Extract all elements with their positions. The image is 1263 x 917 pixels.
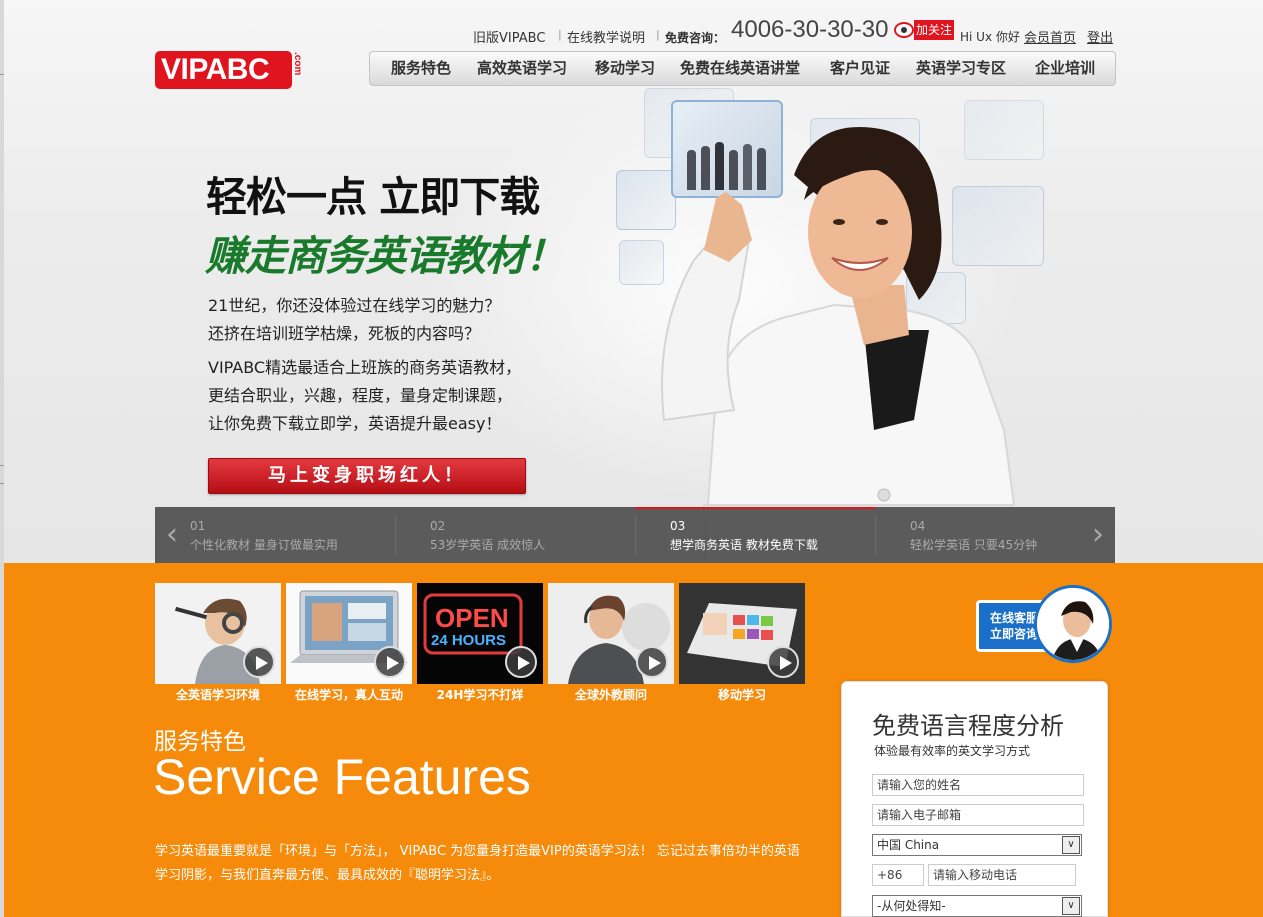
hero-banner: VIPABC .com 旧版VIPABC | 在线教学说明 | 免费咨询： 40… — [4, 0, 1263, 563]
intro-line: 还挤在培训班学枯燥，死板的内容吗？ — [208, 324, 481, 343]
weibo-icon — [894, 22, 914, 38]
feature-thumb-24h[interactable]: OPEN 24 HOURS — [417, 583, 543, 684]
intro-line: 让你免费下载立即学，英语提升最easy！ — [208, 414, 502, 433]
teaching-guide-link[interactable]: 在线教学说明 — [567, 27, 645, 46]
online-support-badge[interactable]: 在线客服 立即咨询 — [976, 585, 1112, 670]
feature-caption[interactable]: 24H学习不打烊 — [417, 686, 543, 703]
slider-item-1[interactable]: 01 个性化教材 量身订做最实用 — [155, 507, 395, 563]
person-figure — [715, 142, 724, 190]
hero-cta-button[interactable]: 马上变身职场红人！ — [208, 458, 526, 494]
user-greeting: Hi Ux 你好 — [960, 30, 1020, 44]
floating-tile — [616, 170, 676, 230]
floating-photo-tile — [671, 100, 783, 198]
nav-mobile-learning[interactable]: 移动学习 — [595, 52, 655, 85]
weibo-follow-button[interactable]: 加关注 — [894, 20, 954, 40]
member-home-link[interactable]: 会员首页 — [1024, 27, 1076, 46]
separator: | — [656, 28, 660, 41]
hero-intro-paragraph-2: VIPABC精选最适合上班族的商务英语教材， 更结合职业，兴趣，程度，量身定制课… — [208, 354, 521, 438]
weibo-follow-label: 加关注 — [914, 20, 954, 40]
country-select-value: 中国 China — [877, 838, 940, 852]
name-input[interactable]: 请输入您的姓名 — [872, 774, 1084, 796]
hero-intro-paragraph-1: 21世纪，你还没体验过在线学习的魅力？ 还挤在培训班学枯燥，死板的内容吗？ — [208, 292, 500, 348]
slider-item-2[interactable]: 02 53岁学英语 成效惊人 — [395, 507, 635, 563]
slider-item-caption: 轻松学英语 只要45分钟 — [910, 538, 1038, 552]
nav-efficient-english[interactable]: 高效英语学习 — [477, 52, 567, 85]
section-description: 学习英语最重要就是「环境」与「方法」， VIPABC 为您量身打造最VIP的英语… — [155, 844, 800, 883]
nav-enterprise-training[interactable]: 企业培训 — [1035, 52, 1095, 85]
slider-item-number: 04 — [910, 519, 926, 533]
intro-line: 更结合职业，兴趣，程度，量身定制课题， — [208, 386, 513, 405]
slider-item-4[interactable]: 04 轻松学英语 只要45分钟 — [875, 507, 1115, 563]
mobile-phone-input[interactable]: 请输入移动电话 — [928, 864, 1076, 886]
email-input[interactable]: 请输入电子邮箱 — [872, 804, 1084, 826]
feature-thumb-mobile[interactable] — [679, 583, 805, 684]
nav-testimonials[interactable]: 客户见证 — [830, 52, 890, 85]
chevron-down-icon[interactable]: ∨ — [1062, 836, 1080, 854]
banner-slider-bar: ‹ › 01 个性化教材 量身订做最实用 02 53岁学英语 成效惊人 03 想… — [155, 507, 1115, 563]
floating-tile — [906, 272, 966, 324]
floating-tile — [619, 240, 664, 285]
source-select-value: -从何处得知- — [877, 899, 946, 913]
form-title: 免费语言程度分析 — [872, 712, 1064, 740]
person-figure — [757, 148, 766, 190]
floating-tile — [964, 100, 1044, 160]
hero-headline: 轻松一点 立即下载 — [206, 173, 540, 221]
nav-english-zone[interactable]: 英语学习专区 — [916, 52, 1006, 85]
feature-caption[interactable]: 在线学习，真人互动 — [286, 686, 412, 703]
slider-item-number: 02 — [430, 519, 446, 533]
vipabc-logo[interactable]: VIPABC — [155, 51, 292, 89]
section-title-en: Service Features — [153, 749, 531, 805]
slider-item-number: 03 — [670, 519, 686, 533]
form-subtitle: 体验最有效率的英文学习方式 — [874, 744, 1031, 758]
intro-line: VIPABC精选最适合上班族的商务英语教材， — [208, 358, 522, 377]
chevron-down-icon[interactable]: ∨ — [1062, 897, 1080, 915]
nav-service-features[interactable]: 服务特色 — [391, 52, 451, 85]
country-select[interactable]: 中国 China ∨ — [872, 834, 1082, 856]
slider-item-number: 01 — [190, 519, 206, 533]
person-figure — [687, 150, 696, 190]
logo-text: VIPABC — [161, 53, 270, 86]
phone-code-input[interactable]: +86 — [872, 864, 924, 886]
main-nav: 服务特色 高效英语学习 移动学习 免费在线英语讲堂 客户见证 英语学习专区 企业… — [369, 51, 1116, 86]
play-icon[interactable] — [636, 646, 668, 678]
play-icon[interactable] — [243, 646, 275, 678]
person-figure — [701, 146, 710, 190]
play-icon[interactable] — [505, 646, 537, 678]
logout-link[interactable]: 登出 — [1087, 27, 1113, 46]
play-icon[interactable] — [767, 646, 799, 678]
slider-item-caption: 个性化教材 量身订做最实用 — [190, 538, 338, 552]
intro-line: 21世纪，你还没体验过在线学习的魅力？ — [208, 296, 501, 315]
neon-hours-text: 24 HOURS — [431, 632, 506, 649]
feature-caption[interactable]: 移动学习 — [679, 686, 805, 703]
source-select[interactable]: -从何处得知- ∨ — [872, 895, 1082, 917]
person-figure — [743, 144, 752, 190]
hotline-label: 免费咨询： — [665, 31, 726, 45]
free-assessment-form: 免费语言程度分析 体验最有效率的英文学习方式 请输入您的姓名 请输入电子邮箱 中… — [841, 681, 1108, 917]
feature-thumb-consultant[interactable] — [548, 583, 674, 684]
floating-tile — [810, 118, 920, 193]
play-icon[interactable] — [374, 646, 406, 678]
hero-subheadline: 赚走商务英语教材！ — [205, 232, 566, 280]
feature-thumb-online[interactable] — [286, 583, 412, 684]
nav-free-lectures[interactable]: 免费在线英语讲堂 — [680, 52, 800, 85]
floating-tile — [952, 186, 1044, 266]
hotline-number: 4006-30-30-30 — [731, 16, 889, 43]
slider-item-3[interactable]: 03 想学商务英语 教材免费下载 — [635, 507, 875, 563]
feature-caption[interactable]: 全英语学习环境 — [155, 686, 281, 703]
feature-thumb-environment[interactable] — [155, 583, 281, 684]
neon-open-text: OPEN — [435, 603, 509, 633]
logo-suffix: .com — [292, 52, 303, 76]
feature-caption[interactable]: 全球外教顾问 — [548, 686, 674, 703]
slider-item-caption: 53岁学英语 成效惊人 — [430, 538, 546, 552]
support-agent-image — [1037, 588, 1109, 660]
support-agent-avatar — [1034, 585, 1112, 663]
old-version-link[interactable]: 旧版VIPABC — [473, 27, 545, 46]
slider-item-caption: 想学商务英语 教材免费下载 — [670, 538, 818, 552]
person-figure — [729, 150, 738, 190]
separator: | — [558, 28, 562, 41]
